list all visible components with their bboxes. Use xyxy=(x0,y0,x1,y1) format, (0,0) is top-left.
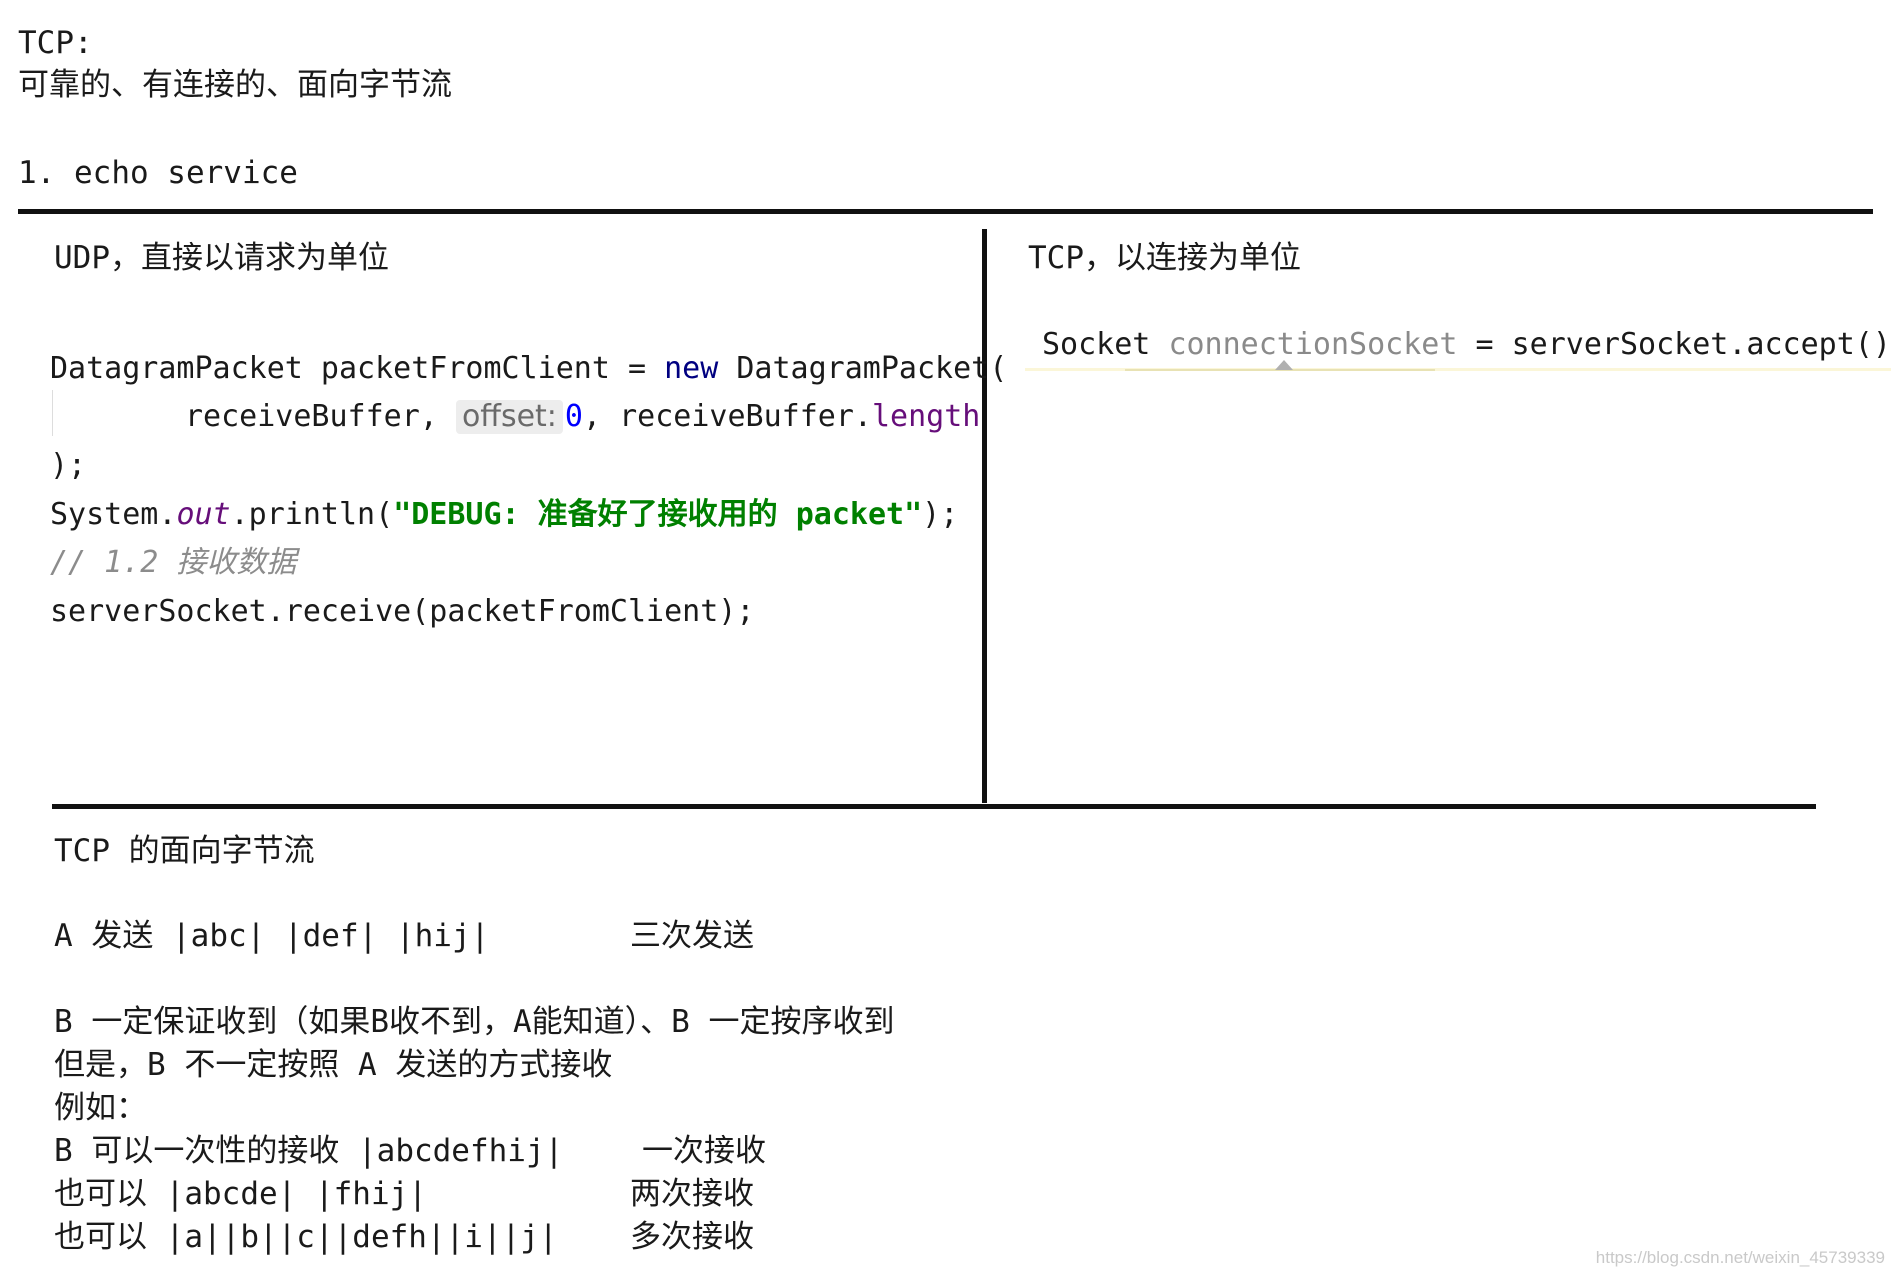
recv-line-1: B 可以一次性的接收 |abcdefhij| xyxy=(54,1133,564,1169)
keyword-new: new xyxy=(664,351,719,386)
middle-divider xyxy=(52,804,1816,809)
code-line-4: System.out.println("DEBUG: 准备好了接收用的 pack… xyxy=(50,500,958,530)
code-obj: receiveBuffer. xyxy=(619,399,872,434)
code-var: connectionSocket xyxy=(1168,327,1458,362)
code-line-1: DatagramPacket packetFromClient = new Da… xyxy=(50,354,1007,384)
code-line-3: ); xyxy=(50,448,87,483)
code-line-2: receiveBuffer, offset: 0, receiveBuffer.l… xyxy=(185,400,980,434)
code-comma: , xyxy=(582,399,620,434)
code-var: packetFromClient = xyxy=(302,351,665,386)
recv-note-1: 一次接收 xyxy=(642,1133,766,1169)
guarantee-line: B 一定保证收到（如果B收不到，A能知道）、B 一定按序收到 xyxy=(54,1004,895,1040)
stream-heading: TCP 的面向字节流 xyxy=(54,833,315,869)
tcp-heading: TCP，以连接为单位 xyxy=(1028,240,1301,276)
vertical-divider xyxy=(982,229,987,803)
udp-heading: UDP，直接以请求为单位 xyxy=(54,240,389,276)
but-line: 但是，B 不一定按照 A 发送的方式接收 xyxy=(54,1047,613,1083)
code-method: .println( xyxy=(230,497,394,532)
code-type: DatagramPacket xyxy=(50,351,303,386)
code-rest: = serverSocket.accept(); xyxy=(1457,327,1891,362)
recv-note-3: 多次接收 xyxy=(630,1219,754,1255)
example-line: 例如： xyxy=(54,1090,147,1126)
recv-line-3: 也可以 |a||b||c||defh||i||j| xyxy=(54,1219,558,1255)
page-subtitle: 可靠的、有连接的、面向字节流 xyxy=(18,67,452,103)
code-comment: // 1.2 接收数据 xyxy=(50,545,297,580)
send-note: 三次发送 xyxy=(630,918,754,954)
code-number: 0 xyxy=(564,399,583,434)
code-system: System. xyxy=(50,497,177,532)
code-field: length xyxy=(871,399,981,434)
code-type: Socket xyxy=(1042,327,1169,362)
recv-line-2: 也可以 |abcde| |fhij| xyxy=(54,1176,427,1212)
code-line-6: serverSocket.receive(packetFromClient); xyxy=(50,594,755,629)
code-gutter xyxy=(52,390,53,436)
tcp-code-line: Socket connectionSocket = serverSocket.a… xyxy=(1042,330,1891,360)
param-hint: offset: xyxy=(455,400,563,434)
code-arg1: receiveBuffer, xyxy=(185,399,456,434)
code-ctor: DatagramPacket( xyxy=(718,351,1008,386)
recv-note-2: 两次接收 xyxy=(630,1176,754,1212)
top-divider xyxy=(18,209,1873,214)
watermark: https://blog.csdn.net/weixin_45739339 xyxy=(1595,1248,1885,1267)
page-title: TCP: xyxy=(18,25,93,61)
code-out: out xyxy=(176,497,231,532)
code-string: "DEBUG: 准备好了接收用的 packet" xyxy=(393,497,923,532)
section-heading: 1. echo service xyxy=(18,155,298,191)
code-suffix: ); xyxy=(922,497,959,532)
send-line: A 发送 |abc| |def| |hij| xyxy=(54,918,490,954)
